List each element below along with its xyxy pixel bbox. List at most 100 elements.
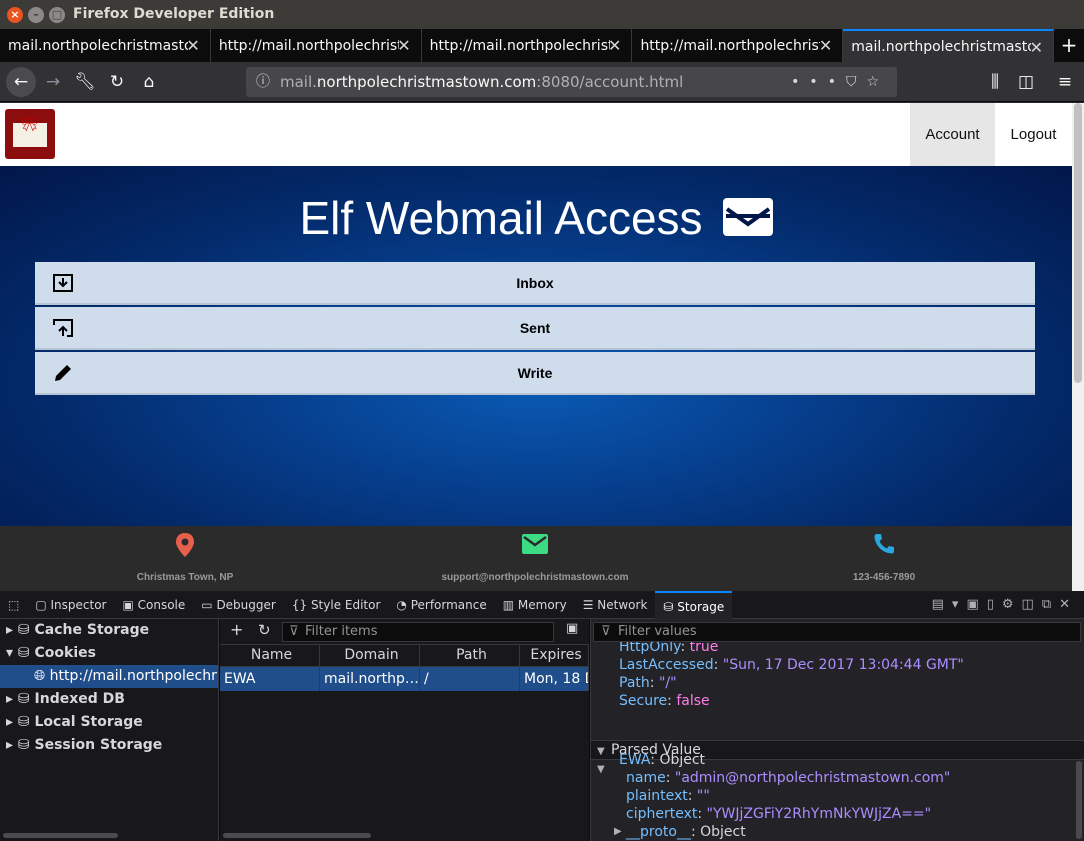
tree-horizontal-scrollbar[interactable]	[3, 833, 118, 838]
expand-triangle-icon: ▸ ⛁	[6, 714, 35, 730]
column-header-domain[interactable]: Domain	[320, 645, 420, 666]
browser-tab-1[interactable]: mail.northpolechristmastown.com✕	[0, 29, 211, 62]
nav-logout-link[interactable]: Logout	[995, 103, 1072, 166]
window-minimize-button[interactable]: –	[28, 7, 44, 23]
detail-ewa-object[interactable]: EWA: Object	[619, 752, 705, 768]
globe-icon: 🌐︎	[34, 668, 50, 684]
hero-banner: Elf Webmail Access Inbox Sent Write	[0, 166, 1072, 526]
close-icon[interactable]: ✕	[397, 36, 410, 55]
wrench-icon[interactable]: 🔧︎	[72, 69, 98, 95]
library-icon[interactable]: ⫼	[982, 69, 1008, 95]
close-icon[interactable]: ✕	[1030, 38, 1043, 57]
tree-cookie-host[interactable]: 🌐︎ http://mail.northpolechristmastown.co…	[0, 665, 218, 688]
sidebar-icon[interactable]: ◫	[1013, 69, 1039, 95]
detail-proto[interactable]: ▶ __proto__: Object	[614, 824, 746, 840]
filter-values-input[interactable]: ⊽ Filter values	[593, 622, 1081, 642]
menu-item-write[interactable]: Write	[35, 352, 1035, 395]
tab-memory[interactable]: ▥ Memory	[495, 591, 575, 619]
tab-style-editor[interactable]: {} Style Editor	[284, 591, 389, 619]
window-maximize-button[interactable]: □	[49, 7, 65, 23]
column-header-name[interactable]: Name	[220, 645, 320, 666]
tab-network[interactable]: ☰ Network	[575, 591, 656, 619]
detail-value: ""	[696, 788, 710, 804]
table-header: Name Domain Path Expires	[220, 645, 589, 667]
tab-performance[interactable]: ◔ Performance	[388, 591, 494, 619]
reload-icon[interactable]: ↻	[104, 69, 130, 95]
detail-lastaccessed: LastAccessed: "Sun, 17 Dec 2017 13:04:44…	[619, 657, 964, 673]
navigation-toolbar: ← → 🔧︎ ↻ ⌂ ⓘ mail.northpolechristmastown…	[0, 62, 1084, 102]
table-horizontal-scrollbar[interactable]	[223, 833, 371, 838]
close-icon[interactable]: ✕	[819, 36, 832, 55]
storage-tree: ▸ ⛁ Cache Storage ▾ ⛁ Cookies 🌐︎ http://…	[0, 619, 219, 841]
detail-ciphertext: ciphertext: "YWJjZGFiY2RhYmNkYWJjZA=="	[626, 806, 932, 822]
tree-label: Cache Storage	[34, 622, 150, 638]
tab-label: http://mail.northpolechristmastown.com	[640, 37, 820, 54]
footer-email-text[interactable]: support@northpolechristmastown.com	[385, 572, 685, 583]
close-icon[interactable]: ✕	[608, 36, 621, 55]
page-title: Elf Webmail Access	[299, 192, 703, 244]
browser-tab-2[interactable]: http://mail.northpolechristmastown.com✕	[211, 29, 422, 62]
element-picker-icon[interactable]: ⬚	[0, 591, 27, 619]
pencil-icon	[52, 352, 74, 394]
tree-local-storage[interactable]: ▸ ⛁ Local Storage	[0, 711, 218, 734]
menu-item-inbox[interactable]: Inbox	[35, 262, 1035, 305]
tree-cache-storage[interactable]: ▸ ⛁ Cache Storage	[0, 619, 218, 642]
browser-tab-5-active[interactable]: mail.northpolechristmastown.com✕	[843, 29, 1055, 62]
detail-secure: Secure: false	[619, 693, 710, 709]
tab-debugger[interactable]: ▭ Debugger	[193, 591, 284, 619]
site-logo[interactable]: 🎀︎	[5, 109, 55, 159]
detail-value: "/"	[658, 675, 677, 691]
expand-triangle-icon: ▸ ⛁	[6, 737, 35, 753]
collapse-triangle-icon: ▾ ⛁	[6, 645, 35, 661]
window-close-button[interactable]: ×	[7, 7, 23, 23]
url-bar[interactable]: ⓘ mail.northpolechristmastown.com:8080/a…	[246, 67, 897, 97]
detail-value: Object	[700, 824, 746, 840]
details-vertical-scrollbar[interactable]	[1076, 761, 1082, 839]
column-header-path[interactable]: Path	[420, 645, 520, 666]
collapse-triangle-icon[interactable]: ▼	[597, 764, 605, 775]
table-row[interactable]: EWA mail.northpolechristmastown.com / Mo…	[220, 667, 589, 691]
scrollbar-thumb[interactable]	[1074, 103, 1082, 383]
email-icon	[385, 532, 685, 564]
menu-item-sent[interactable]: Sent	[35, 307, 1035, 350]
tab-console[interactable]: ▣ Console	[114, 591, 193, 619]
detail-plaintext: plaintext: ""	[626, 788, 710, 804]
home-icon[interactable]: ⌂	[136, 69, 162, 95]
bow-logo-icon: 🎀︎	[21, 117, 39, 133]
forward-arrow-icon[interactable]: →	[40, 69, 66, 95]
detail-path: Path: "/"	[619, 675, 677, 691]
close-icon[interactable]: ✕	[186, 36, 199, 55]
back-arrow-icon[interactable]: ←	[6, 67, 36, 97]
menu-item-label: Sent	[519, 320, 551, 336]
menu-hamburger-icon[interactable]: ≡	[1052, 69, 1078, 95]
column-header-expires[interactable]: Expires	[520, 645, 589, 666]
tab-label: Debugger	[216, 597, 276, 612]
tab-inspector[interactable]: ▢ Inspector	[27, 591, 114, 619]
toggle-sidebar-icon[interactable]: ▣	[566, 621, 578, 636]
tab-storage[interactable]: ⛁ Storage	[655, 590, 733, 619]
tree-indexed-db[interactable]: ▸ ⛁ Indexed DB	[0, 688, 218, 711]
nav-account-link[interactable]: Account	[910, 103, 995, 166]
detail-value: false	[676, 693, 710, 709]
add-item-icon[interactable]: +	[230, 620, 243, 639]
filter-items-input[interactable]: ⊽ Filter items	[282, 622, 554, 642]
tree-label: Local Storage	[34, 714, 143, 730]
sent-icon	[52, 307, 74, 349]
devtools-options-icons[interactable]: ▤▾▣▯⚙◫⧉✕	[932, 591, 1078, 619]
cell-path: /	[420, 667, 520, 691]
detail-key: name	[626, 770, 666, 786]
new-tab-button[interactable]: +	[1054, 29, 1084, 62]
tree-session-storage[interactable]: ▸ ⛁ Session Storage	[0, 734, 218, 757]
tab-label: Console	[137, 597, 186, 612]
expand-triangle-icon: ▸ ⛁	[6, 691, 35, 707]
memory-icon: ▥	[502, 597, 518, 612]
browser-tab-3[interactable]: http://mail.northpolechristmastown.com✕	[422, 29, 633, 62]
refresh-icon[interactable]: ↻	[258, 621, 271, 639]
tree-cookies[interactable]: ▾ ⛁ Cookies	[0, 642, 218, 665]
cell-domain: mail.northpolechristmastown.com	[320, 667, 420, 691]
page-scrollbar[interactable]	[1072, 103, 1084, 591]
browser-tab-4[interactable]: http://mail.northpolechristmastown.com✕	[632, 29, 844, 62]
info-icon[interactable]: ⓘ	[256, 67, 270, 97]
tab-label: Storage	[677, 599, 725, 614]
page-actions-icons[interactable]: •••⛉☆	[791, 67, 889, 97]
